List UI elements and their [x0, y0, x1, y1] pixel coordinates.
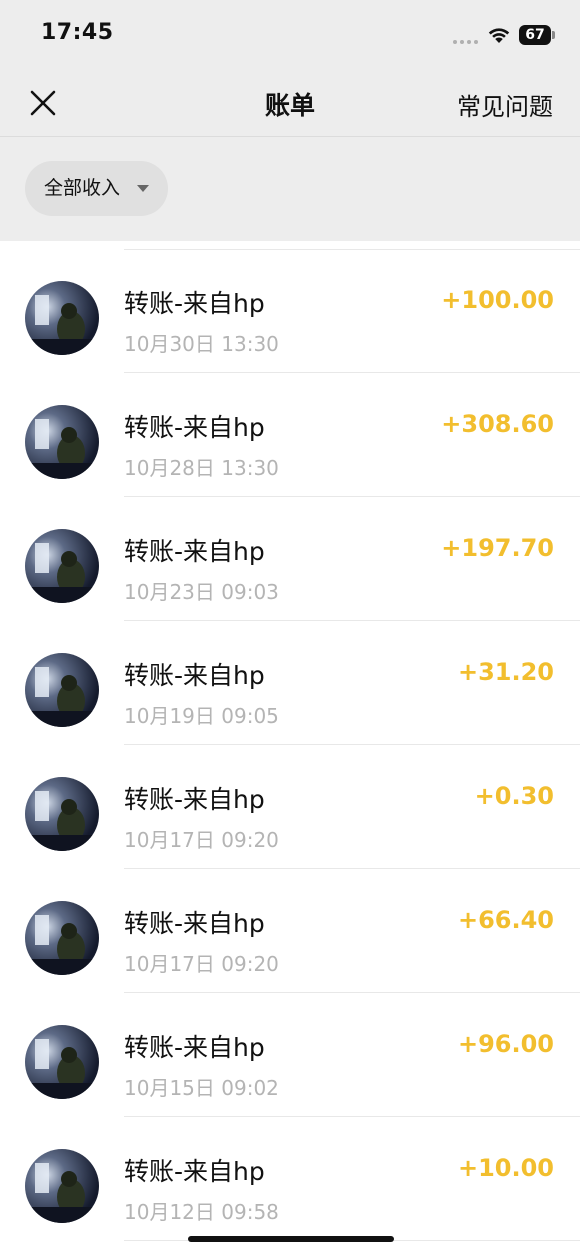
bill-screen: 17:45 67 账单 常见问题 全部收入 转账-来自hp 10月30日 13:… — [0, 0, 580, 1256]
transaction-title: 转账-来自hp — [124, 785, 265, 814]
faq-link[interactable]: 常见问题 — [457, 87, 553, 122]
transaction-list[interactable]: 转账-来自hp 10月30日 13:30 +100.00 转账-来自hp 10月28日 … — [0, 241, 580, 1256]
avatar — [25, 1149, 99, 1223]
avatar — [25, 653, 99, 727]
avatar — [25, 777, 99, 851]
caret-down-icon — [137, 185, 149, 192]
transaction-amount: +96.00 — [457, 1030, 554, 1058]
transaction-time: 10月15日 09:02 — [124, 1076, 279, 1100]
avatar — [25, 529, 99, 603]
transaction-amount: +66.40 — [457, 906, 554, 934]
income-filter-dropdown[interactable]: 全部收入 — [25, 161, 168, 216]
transaction-title: 转账-来自hp — [124, 1157, 265, 1186]
transaction-row[interactable]: 转账-来自hp 10月23日 09:03 +197.70 — [0, 497, 580, 621]
transaction-row[interactable]: 转账-来自hp 10月30日 13:30 +100.00 — [0, 249, 580, 373]
status-time: 17:45 — [41, 20, 114, 45]
transaction-amount: +0.30 — [474, 782, 554, 810]
transaction-time: 10月17日 09:20 — [124, 952, 279, 976]
battery-level: 67 — [519, 25, 551, 45]
filter-label: 全部收入 — [44, 177, 121, 199]
transaction-row[interactable]: 转账-来自hp 10月19日 09:05 +31.20 — [0, 621, 580, 745]
transaction-row[interactable]: 转账-来自hp 10月17日 09:20 +66.40 — [0, 869, 580, 993]
filter-area: 全部收入 — [0, 137, 580, 241]
transaction-title: 转账-来自hp — [124, 1033, 265, 1062]
transaction-title: 转账-来自hp — [124, 909, 265, 938]
avatar — [25, 1025, 99, 1099]
transaction-title: 转账-来自hp — [124, 289, 265, 318]
avatar — [25, 901, 99, 975]
transaction-time: 10月19日 09:05 — [124, 704, 279, 728]
transaction-title: 转账-来自hp — [124, 661, 265, 690]
transaction-title: 转账-来自hp — [124, 537, 265, 566]
transaction-time: 10月12日 09:58 — [124, 1200, 279, 1224]
transaction-row[interactable]: 转账-来自hp 10月28日 13:30 +308.60 — [0, 373, 580, 497]
signal-dots-icon — [453, 40, 481, 44]
transaction-row[interactable]: 转账-来自hp 10月17日 09:20 +0.30 — [0, 745, 580, 869]
transaction-time: 10月17日 09:20 — [124, 828, 279, 852]
transaction-time: 10月28日 13:30 — [124, 456, 279, 480]
transaction-row[interactable]: 转账-来自hp 10月12日 09:58 +10.00 — [0, 1117, 580, 1241]
home-indicator — [188, 1236, 394, 1242]
wifi-icon — [488, 28, 510, 43]
transaction-amount: +100.00 — [441, 286, 554, 314]
nav-bar: 账单 常见问题 — [0, 70, 580, 137]
transaction-amount: +10.00 — [457, 1154, 554, 1182]
status-bar: 17:45 67 — [0, 0, 580, 70]
transaction-time: 10月23日 09:03 — [124, 580, 279, 604]
avatar — [25, 281, 99, 355]
battery-icon: 67 — [519, 25, 555, 45]
transaction-row[interactable]: 转账-来自hp 10月15日 09:02 +96.00 — [0, 993, 580, 1117]
avatar — [25, 405, 99, 479]
transaction-time: 10月30日 13:30 — [124, 332, 279, 356]
transaction-amount: +31.20 — [457, 658, 554, 686]
transaction-title: 转账-来自hp — [124, 413, 265, 442]
transaction-amount: +197.70 — [441, 534, 554, 562]
transaction-amount: +308.60 — [441, 410, 554, 438]
